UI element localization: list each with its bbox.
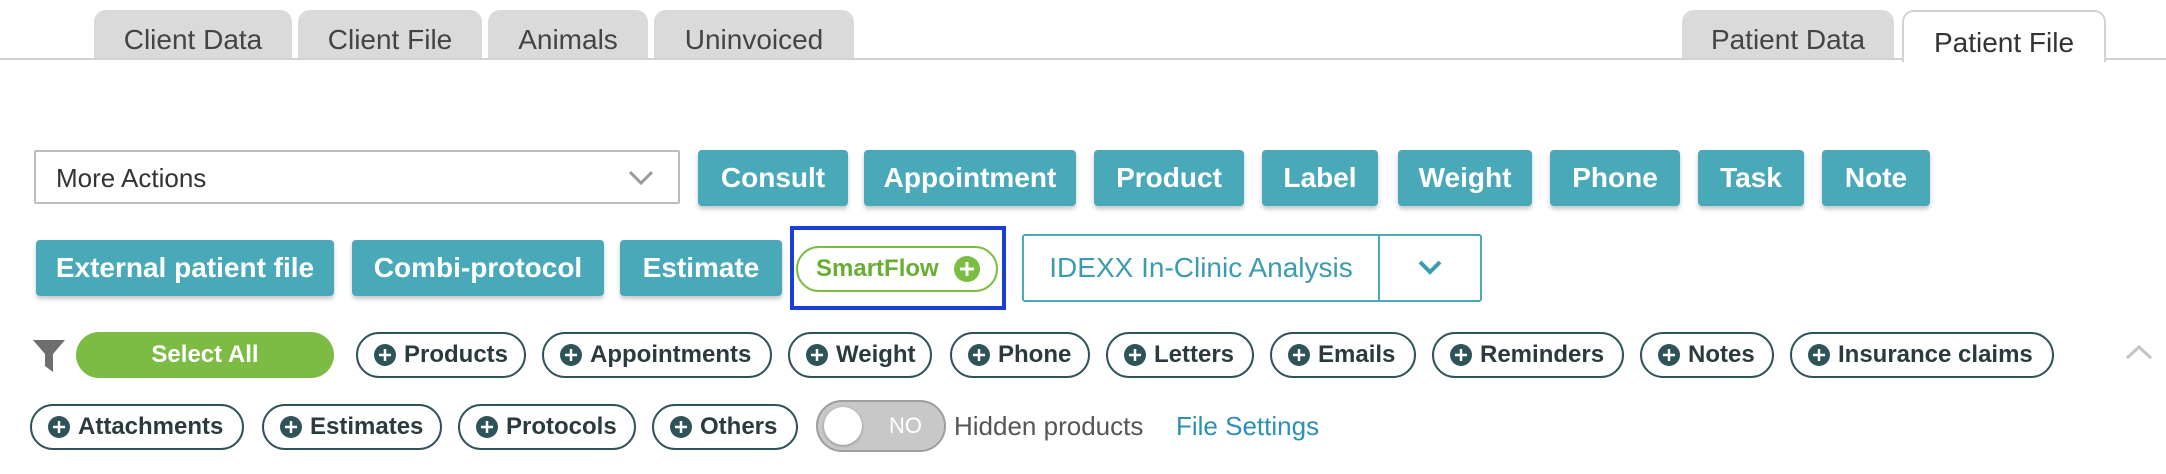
- filter-label: Others: [700, 413, 778, 440]
- filter-label: Protocols: [506, 413, 617, 440]
- plus-circle-icon: [1808, 344, 1830, 366]
- filter-label: Appointments: [590, 341, 752, 368]
- smartflow-button[interactable]: SmartFlow: [796, 246, 998, 292]
- tab-client-data[interactable]: Client Data: [94, 10, 292, 58]
- chevron-down-icon: [1418, 260, 1442, 275]
- weight-button[interactable]: Weight: [1398, 150, 1532, 206]
- tab-bar-divider: [0, 58, 2166, 60]
- plus-circle-icon: [968, 344, 990, 366]
- combi-protocol-button[interactable]: Combi-protocol: [352, 240, 604, 296]
- hidden-products-label: Hidden products: [954, 411, 1144, 441]
- phone-button[interactable]: Phone: [1550, 150, 1680, 206]
- filter-label: Attachments: [78, 413, 224, 440]
- filter-label: Emails: [1318, 341, 1396, 368]
- filter-attachments[interactable]: Attachments: [30, 404, 244, 450]
- consult-button[interactable]: Consult: [698, 150, 848, 206]
- plus-circle-icon: [560, 344, 582, 366]
- plus-circle-icon: [1658, 344, 1680, 366]
- more-actions-select[interactable]: More Actions: [34, 150, 680, 204]
- file-settings-link[interactable]: File Settings: [1176, 406, 1319, 446]
- filter-label: Weight: [836, 341, 916, 368]
- hidden-products-toggle[interactable]: NO: [816, 400, 946, 452]
- estimate-button[interactable]: Estimate: [620, 240, 782, 296]
- smartflow-label: SmartFlow: [816, 255, 939, 282]
- plus-circle-icon: [1124, 344, 1146, 366]
- tab-patient-file[interactable]: Patient File: [1902, 10, 2106, 62]
- appointment-button[interactable]: Appointment: [864, 150, 1076, 206]
- filter-estimates[interactable]: Estimates: [262, 404, 442, 450]
- toggle-state-text: NO: [889, 413, 922, 438]
- filter-label: Insurance claims: [1838, 341, 2033, 368]
- plus-circle-icon: [1288, 344, 1310, 366]
- filter-icon[interactable]: [32, 338, 66, 374]
- plus-circle-icon: [806, 344, 828, 366]
- idexx-in-clinic-analysis-button[interactable]: IDEXX In-Clinic Analysis: [1024, 236, 1378, 300]
- filter-label: Notes: [1688, 341, 1755, 368]
- toggle-knob: [824, 407, 862, 445]
- filter-others[interactable]: Others: [652, 404, 798, 450]
- filter-label: Estimates: [310, 413, 424, 440]
- product-button[interactable]: Product: [1094, 150, 1244, 206]
- filter-label: Phone: [998, 341, 1072, 368]
- filter-appointments[interactable]: Appointments: [542, 332, 772, 378]
- more-actions-value: More Actions: [56, 163, 207, 193]
- plus-circle-icon: [374, 344, 396, 366]
- idexx-dropdown-toggle[interactable]: [1380, 236, 1480, 300]
- filter-notes[interactable]: Notes: [1640, 332, 1774, 378]
- plus-circle-icon: [280, 416, 302, 438]
- task-button[interactable]: Task: [1698, 150, 1804, 206]
- filter-label: Reminders: [1480, 341, 1605, 368]
- chevron-down-icon: [626, 162, 656, 192]
- note-button[interactable]: Note: [1822, 150, 1930, 206]
- plus-circle-icon: [954, 256, 980, 282]
- filter-protocols[interactable]: Protocols: [458, 404, 636, 450]
- filter-label: Products: [404, 341, 509, 368]
- collapse-chevron-up-icon[interactable]: [2124, 342, 2154, 362]
- plus-circle-icon: [476, 416, 498, 438]
- filter-letters[interactable]: Letters: [1106, 332, 1254, 378]
- label-button[interactable]: Label: [1262, 150, 1378, 206]
- tab-uninvoiced[interactable]: Uninvoiced: [654, 10, 854, 58]
- external-patient-file-button[interactable]: External patient file: [36, 240, 334, 296]
- filter-reminders[interactable]: Reminders: [1432, 332, 1624, 378]
- filter-phone[interactable]: Phone: [950, 332, 1090, 378]
- plus-circle-icon: [670, 416, 692, 438]
- tab-client-file[interactable]: Client File: [298, 10, 482, 58]
- idexx-split-button: IDEXX In-Clinic Analysis: [1022, 234, 1482, 302]
- tab-animals[interactable]: Animals: [488, 10, 648, 58]
- filter-insurance-claims[interactable]: Insurance claims: [1790, 332, 2054, 378]
- tab-bar: Client Data Client File Animals Uninvoic…: [0, 0, 2166, 62]
- filter-weight[interactable]: Weight: [788, 332, 932, 378]
- filter-label: Letters: [1154, 341, 1235, 368]
- tab-patient-data[interactable]: Patient Data: [1682, 10, 1894, 58]
- select-all-button[interactable]: Select All: [76, 332, 334, 378]
- filter-products[interactable]: Products: [356, 332, 526, 378]
- plus-circle-icon: [1450, 344, 1472, 366]
- plus-circle-icon: [48, 416, 70, 438]
- filter-emails[interactable]: Emails: [1270, 332, 1416, 378]
